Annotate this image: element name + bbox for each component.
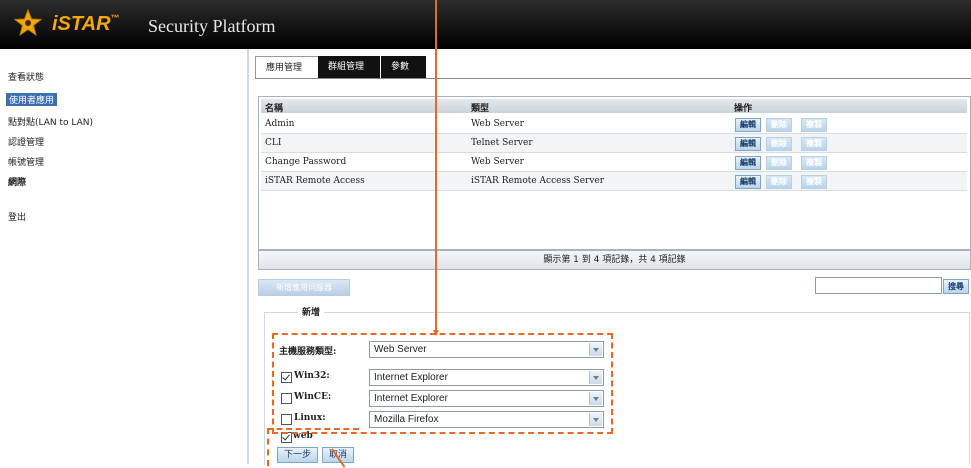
column-header-type: 類型 [471, 104, 490, 114]
add-app-server-button[interactable]: 新增應用伺服器 [258, 279, 350, 296]
sidebar-item-status[interactable]: 查看狀態 [8, 70, 44, 83]
brand-name: iSTAR™ [52, 13, 120, 35]
copy-button[interactable]: 複製 [801, 156, 827, 170]
edit-button[interactable]: 編輯 [735, 118, 761, 132]
sidebar-item-user-apps[interactable]: 使用者應用 [6, 93, 58, 106]
row-name: CLI [265, 138, 282, 148]
table-row[interactable]: CLI Telnet Server 編輯 刪除 複製 [261, 134, 967, 153]
row-name: Admin [265, 119, 295, 129]
sidebar-item-lan-to-lan[interactable]: 點對點(LAN to LAN) [8, 115, 93, 128]
delete-button[interactable]: 刪除 [766, 175, 792, 189]
section-title: 新增 [298, 305, 325, 318]
sidebar-item-accounts[interactable]: 帳號管理 [8, 155, 44, 168]
annotation-arrow-icon [433, 330, 439, 336]
table-row[interactable]: iSTAR Remote Access iSTAR Remote Access … [261, 172, 967, 191]
edit-button[interactable]: 編輯 [735, 175, 761, 189]
annotation-highlight-box-web [267, 428, 359, 466]
row-type: Web Server [471, 157, 524, 167]
sidebar-divider [247, 49, 249, 464]
sidebar-item-network[interactable]: 網際 [8, 175, 26, 188]
sidebar-item-logout[interactable]: 登出 [8, 210, 26, 223]
annotation-highlight-box [272, 333, 613, 434]
pager-status: 顯示第 1 到 4 項記錄，共 4 項記錄 [258, 250, 971, 270]
sidebar-item-auth[interactable]: 認證管理 [8, 135, 44, 148]
annotation-pointer-line [435, 0, 437, 333]
tab-group-management[interactable]: 群組管理 [318, 56, 380, 78]
column-header-actions: 操作 [734, 104, 753, 114]
row-name: iSTAR Remote Access [265, 176, 365, 186]
product-name: Security Platform [148, 16, 276, 36]
search-button[interactable]: 搜尋 [943, 279, 969, 294]
search-input[interactable] [815, 277, 942, 294]
table-header: 名稱 類型 操作 [261, 99, 967, 114]
column-header-name: 名稱 [265, 104, 284, 114]
row-type: iSTAR Remote Access Server [471, 176, 605, 186]
row-type: Telnet Server [471, 138, 533, 148]
tab-app-management[interactable]: 應用管理 [255, 56, 319, 79]
copy-button[interactable]: 複製 [801, 175, 827, 189]
title-bar: iSTAR™ Security Platform [0, 0, 971, 49]
row-name: Change Password [265, 157, 347, 167]
delete-button[interactable]: 刪除 [766, 137, 792, 151]
star-logo-icon [14, 9, 42, 37]
tab-underline [255, 78, 971, 79]
table-row[interactable]: Admin Web Server 編輯 刪除 複製 [261, 115, 967, 134]
sidebar: 查看狀態 使用者應用 點對點(LAN to LAN) 認證管理 帳號管理 網際 … [0, 49, 245, 464]
edit-button[interactable]: 編輯 [735, 156, 761, 170]
delete-button[interactable]: 刪除 [766, 156, 792, 170]
copy-button[interactable]: 複製 [801, 118, 827, 132]
copy-button[interactable]: 複製 [801, 137, 827, 151]
table-row[interactable]: Change Password Web Server 編輯 刪除 複製 [261, 153, 967, 172]
edit-button[interactable]: 編輯 [735, 137, 761, 151]
tab-parameters[interactable]: 參數 [381, 56, 426, 78]
row-type: Web Server [471, 119, 524, 129]
delete-button[interactable]: 刪除 [766, 118, 792, 132]
app-table: 名稱 類型 操作 Admin Web Server 編輯 刪除 複製 CLI T… [258, 96, 971, 250]
